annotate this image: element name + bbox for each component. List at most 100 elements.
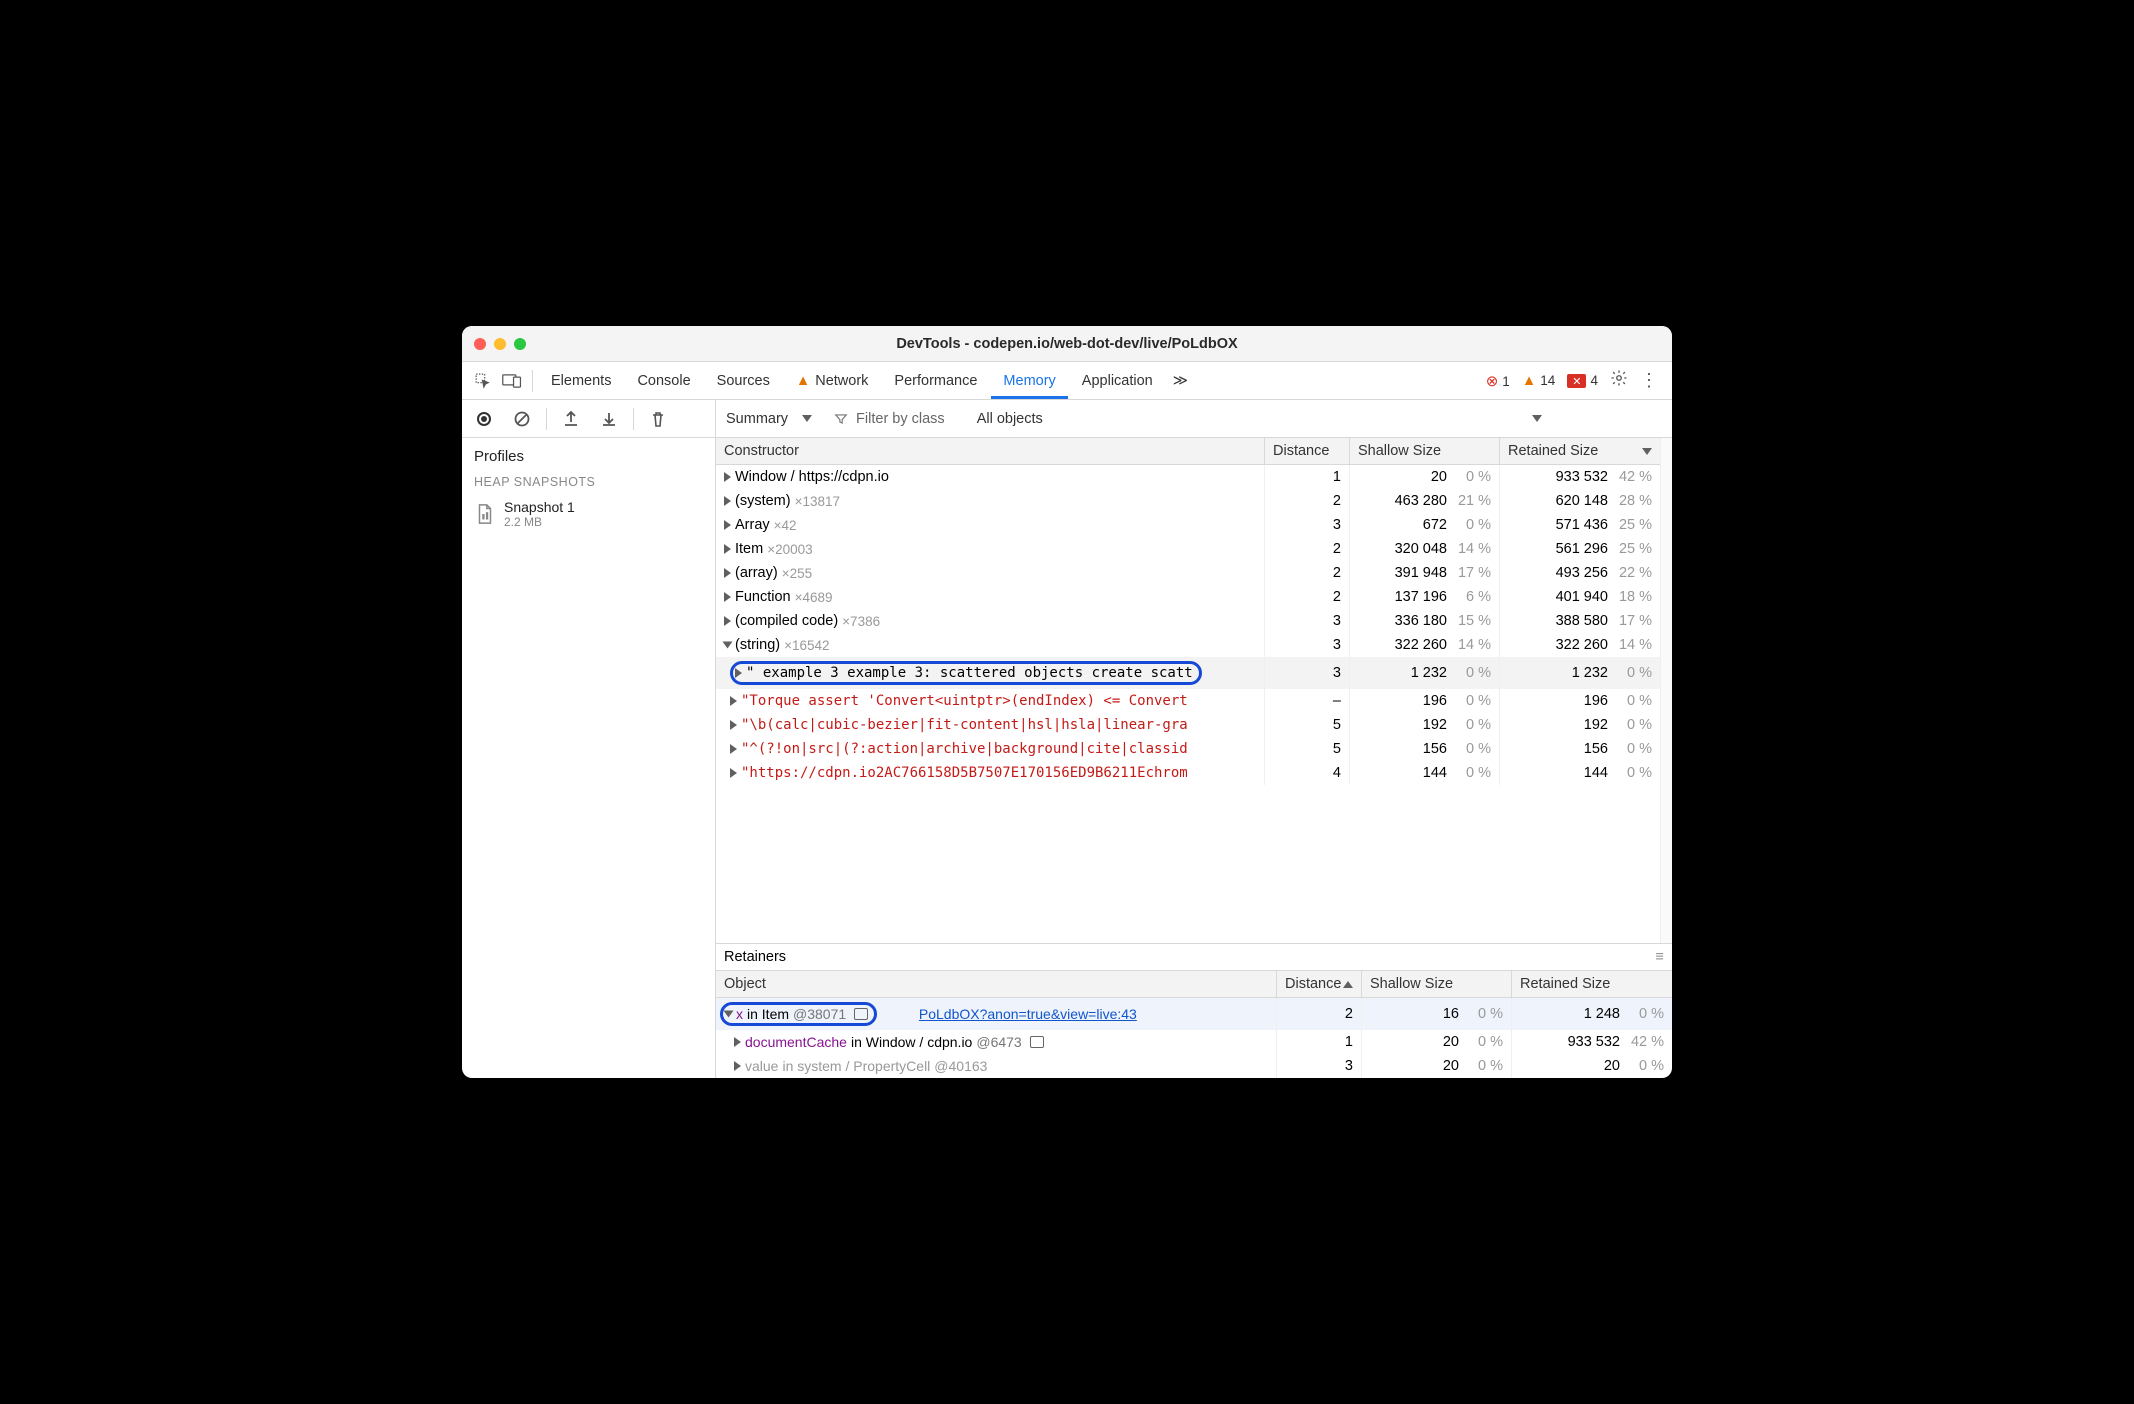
panel-tabs: Elements Console Sources ▲Network Perfor… xyxy=(462,362,1672,400)
table-row[interactable]: (system) ×138172463 28021 %620 14828 % xyxy=(716,489,1660,513)
retainers-body[interactable]: x in Item @38071 PoLdbOX?anon=true&view=… xyxy=(716,998,1672,1078)
toolbar-status: ⊗ 1 ▲ 14 ✕ 4 ⋮ xyxy=(1486,369,1666,392)
view-dropdown[interactable]: Summary xyxy=(726,411,812,427)
col-object[interactable]: Object xyxy=(716,971,1277,997)
disclosure-triangle-icon[interactable] xyxy=(724,520,731,530)
col-retained[interactable]: Retained Size xyxy=(1512,971,1672,997)
class-filter-input[interactable]: Filter by class xyxy=(834,411,945,427)
objects-scope-dropdown[interactable]: All objects xyxy=(977,411,1043,427)
scrollbar[interactable] xyxy=(1660,438,1672,943)
table-row[interactable]: (compiled code) ×73863336 18015 %388 580… xyxy=(716,609,1660,633)
constructor-grid-body[interactable]: Window / https://cdpn.io1200 %933 53242 … xyxy=(716,465,1660,785)
table-row[interactable]: "^(?!on|src|(?:action|archive|background… xyxy=(716,737,1660,761)
table-row[interactable]: " example 3 example 3: scattered objects… xyxy=(716,657,1660,689)
disclosure-triangle-icon[interactable] xyxy=(724,544,731,554)
close-window-button[interactable] xyxy=(474,338,486,350)
retainer-row[interactable]: x in Item @38071 PoLdbOX?anon=true&view=… xyxy=(716,998,1672,1030)
gc-button[interactable] xyxy=(642,405,674,433)
disclosure-triangle-icon[interactable] xyxy=(724,616,731,626)
errors-indicator[interactable]: ⊗ 1 xyxy=(1486,372,1510,390)
sort-asc-icon xyxy=(1343,981,1353,988)
left-toolbar xyxy=(462,400,715,438)
tab-performance[interactable]: Performance xyxy=(882,362,989,399)
col-constructor[interactable]: Constructor xyxy=(716,438,1265,464)
inspect-icon[interactable] xyxy=(468,362,496,399)
disclosure-triangle-icon[interactable] xyxy=(730,744,737,754)
retainers-title: Retainers ≡ xyxy=(716,944,1672,971)
col-distance[interactable]: Distance xyxy=(1277,971,1362,997)
table-row[interactable]: Window / https://cdpn.io1200 %933 53242 … xyxy=(716,465,1660,489)
export-button[interactable] xyxy=(555,405,587,433)
memory-toolbar: Summary Filter by class All objects xyxy=(716,400,1672,438)
file-icon xyxy=(474,503,496,525)
tab-console[interactable]: Console xyxy=(625,362,702,399)
tab-sources[interactable]: Sources xyxy=(705,362,782,399)
separator xyxy=(633,408,634,430)
col-shallow[interactable]: Shallow Size xyxy=(1362,971,1512,997)
disclosure-triangle-icon[interactable] xyxy=(730,720,737,730)
retainer-row[interactable]: value in system / PropertyCell @40163320… xyxy=(716,1054,1672,1078)
disclosure-triangle-icon[interactable] xyxy=(730,768,737,778)
source-link[interactable]: PoLdbOX?anon=true&view=live:43 xyxy=(919,1006,1137,1022)
tab-application[interactable]: Application xyxy=(1070,362,1165,399)
heap-snapshots-group: HEAP SNAPSHOTS xyxy=(462,471,715,493)
table-row[interactable]: Function ×46892137 1966 %401 94018 % xyxy=(716,585,1660,609)
window-controls xyxy=(474,338,526,350)
disclosure-triangle-icon[interactable] xyxy=(735,668,742,678)
disclosure-triangle-icon[interactable] xyxy=(724,1011,734,1018)
retainers-pane: Retainers ≡ Object Distance Shallow Size… xyxy=(716,943,1672,1078)
zoom-window-button[interactable] xyxy=(514,338,526,350)
kebab-menu-icon[interactable]: ⋮ xyxy=(1640,370,1658,391)
clear-button[interactable] xyxy=(506,405,538,433)
constructor-grid-header: Constructor Distance Shallow Size Retain… xyxy=(716,438,1660,465)
sort-desc-icon xyxy=(1642,448,1652,455)
titlebar: DevTools - codepen.io/web-dot-dev/live/P… xyxy=(462,326,1672,362)
disclosure-triangle-icon[interactable] xyxy=(724,568,731,578)
separator xyxy=(546,408,547,430)
snapshot-item[interactable]: Snapshot 1 2.2 MB xyxy=(462,493,715,535)
chevron-down-icon xyxy=(1532,415,1542,422)
disclosure-triangle-icon[interactable] xyxy=(730,696,737,706)
tabs-overflow[interactable]: ≫ xyxy=(1167,362,1194,399)
chevron-down-icon xyxy=(802,415,812,422)
snapshot-name: Snapshot 1 xyxy=(504,499,575,515)
warnings-indicator[interactable]: ▲ 14 xyxy=(1522,373,1555,389)
disclosure-triangle-icon[interactable] xyxy=(723,642,733,649)
disclosure-triangle-icon[interactable] xyxy=(734,1061,741,1071)
import-button[interactable] xyxy=(593,405,625,433)
table-row[interactable]: "https://cdpn.io2AC766158D5B7507E170156E… xyxy=(716,761,1660,785)
table-row[interactable]: "\b(calc|cubic-bezier|fit-content|hsl|hs… xyxy=(716,713,1660,737)
element-icon xyxy=(1030,1036,1044,1048)
objects-scope-chevron[interactable] xyxy=(1526,415,1542,422)
disclosure-triangle-icon[interactable] xyxy=(724,472,731,482)
right-pane: Summary Filter by class All objects Cons… xyxy=(716,400,1672,1078)
col-distance[interactable]: Distance xyxy=(1265,438,1350,464)
table-row[interactable]: Item ×200032320 04814 %561 29625 % xyxy=(716,537,1660,561)
disclosure-triangle-icon[interactable] xyxy=(724,592,731,602)
col-retained[interactable]: Retained Size xyxy=(1500,438,1660,464)
table-row[interactable]: Array ×4236720 %571 43625 % xyxy=(716,513,1660,537)
menu-icon[interactable]: ≡ xyxy=(1656,949,1664,965)
left-pane: Profiles HEAP SNAPSHOTS Snapshot 1 2.2 M… xyxy=(462,400,716,1078)
devtools-window: DevTools - codepen.io/web-dot-dev/live/P… xyxy=(462,326,1672,1078)
table-row[interactable]: (array) ×2552391 94817 %493 25622 % xyxy=(716,561,1660,585)
tab-network[interactable]: ▲Network xyxy=(784,362,881,399)
tab-elements[interactable]: Elements xyxy=(539,362,623,399)
separator xyxy=(532,370,533,392)
retainers-header: Object Distance Shallow Size Retained Si… xyxy=(716,971,1672,998)
record-button[interactable] xyxy=(468,405,500,433)
disclosure-triangle-icon[interactable] xyxy=(724,496,731,506)
snapshot-size: 2.2 MB xyxy=(504,515,575,529)
minimize-window-button[interactable] xyxy=(494,338,506,350)
element-icon xyxy=(854,1008,868,1020)
device-toggle-icon[interactable] xyxy=(498,362,526,399)
col-shallow[interactable]: Shallow Size xyxy=(1350,438,1500,464)
table-row[interactable]: "Torque assert 'Convert<uintptr>(endInde… xyxy=(716,689,1660,713)
table-row[interactable]: (string) ×165423322 26014 %322 26014 % xyxy=(716,633,1660,657)
settings-icon[interactable] xyxy=(1610,369,1628,392)
violations-indicator[interactable]: ✕ 4 xyxy=(1567,373,1598,389)
tab-memory[interactable]: Memory xyxy=(991,362,1067,399)
disclosure-triangle-icon[interactable] xyxy=(734,1037,741,1047)
retainer-row[interactable]: documentCache in Window / cdpn.io @64731… xyxy=(716,1030,1672,1054)
window-title: DevTools - codepen.io/web-dot-dev/live/P… xyxy=(462,336,1672,352)
